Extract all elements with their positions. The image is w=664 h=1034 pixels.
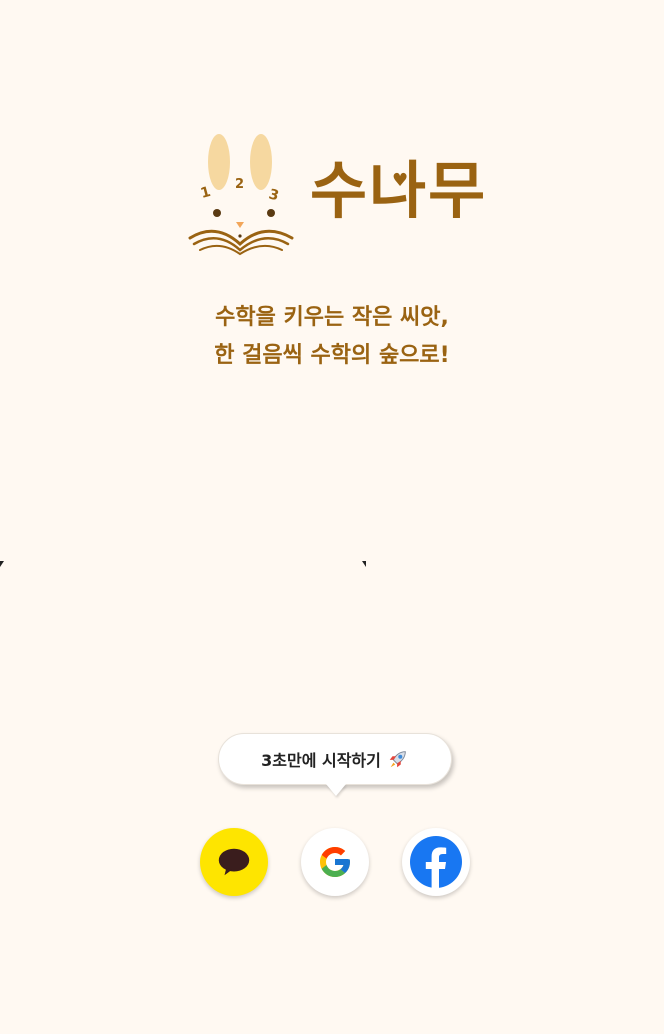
mascot-number-1: 1 [199, 184, 213, 202]
heart-icon: ♥ [392, 170, 409, 191]
facebook-icon [410, 836, 462, 888]
tooltip-text: 3초만에 시작하기 [261, 751, 381, 770]
tagline-line-1: 수학을 키우는 작은 씨앗, [215, 305, 449, 330]
start-tooltip: 3초만에 시작하기 [218, 733, 452, 785]
rabbit-book-mascot-icon: 1 2 3 [188, 134, 294, 256]
corner-mark-right [362, 561, 366, 567]
kakao-login-button[interactable] [200, 828, 268, 896]
mascot-number-3: 3 [267, 186, 281, 204]
google-login-button[interactable] [301, 828, 369, 896]
facebook-login-button[interactable] [402, 828, 470, 896]
corner-mark-left [0, 561, 4, 567]
mascot-number-2: 2 [235, 177, 244, 192]
kakao-talk-icon [218, 848, 250, 876]
tooltip-tail [326, 784, 346, 796]
rocket-icon [389, 751, 406, 768]
app-logo: 1 2 3 수나무 ♥ [186, 132, 486, 256]
tagline-line-2: 한 걸음씩 수학의 숲으로! [214, 343, 450, 368]
google-icon [320, 847, 350, 877]
